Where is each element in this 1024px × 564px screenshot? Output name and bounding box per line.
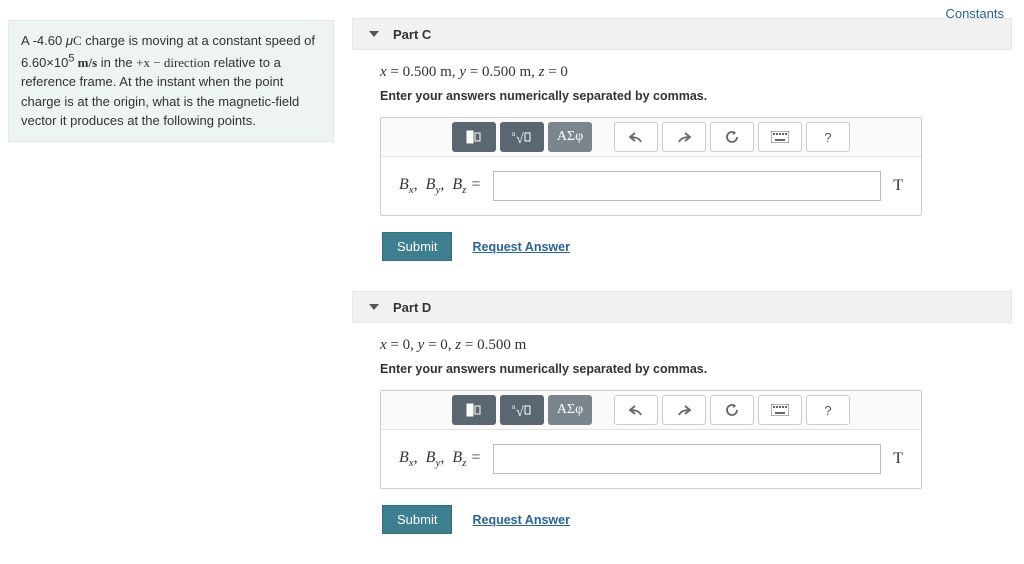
problem-statement: A -4.60 μC charge is moving at a constan… — [8, 20, 334, 142]
equation: x = 0, y = 0, z = 0.500 m — [380, 337, 984, 354]
keyboard-button[interactable] — [758, 122, 802, 152]
problem-text: A -4.60 μC charge is moving at a constan… — [21, 33, 315, 128]
nth-root-button[interactable]: n√ — [500, 395, 544, 425]
request-answer-link[interactable]: Request Answer — [472, 513, 569, 527]
redo-button[interactable] — [662, 122, 706, 152]
template-button[interactable] — [452, 395, 496, 425]
instruction: Enter your answers numerically separated… — [380, 362, 984, 376]
part-title: Part D — [393, 300, 431, 315]
nth-root-button[interactable]: n√ — [500, 122, 544, 152]
reset-button[interactable] — [710, 122, 754, 152]
part-title: Part C — [393, 27, 431, 42]
part-header[interactable]: Part C — [352, 18, 1012, 50]
answer-input[interactable] — [493, 171, 881, 201]
chevron-down-icon — [369, 31, 379, 37]
part-c: Part C x = 0.500 m, y = 0.500 m, z = 0 E… — [352, 18, 1012, 261]
submit-button[interactable]: Submit — [382, 232, 452, 261]
unit-label: T — [893, 177, 903, 195]
constants-link[interactable]: Constants — [945, 6, 1004, 21]
greek-button[interactable]: ΑΣφ — [548, 395, 592, 425]
greek-button[interactable]: ΑΣφ — [548, 122, 592, 152]
submit-button[interactable]: Submit — [382, 505, 452, 534]
answer-input[interactable] — [493, 444, 881, 474]
help-button[interactable]: ? — [806, 395, 850, 425]
unit-label: T — [893, 450, 903, 468]
svg-text:√: √ — [516, 132, 524, 144]
equation-toolbar: n√ ΑΣφ — [381, 118, 921, 157]
main-content: Part C x = 0.500 m, y = 0.500 m, z = 0 E… — [352, 18, 1012, 564]
request-answer-link[interactable]: Request Answer — [472, 240, 569, 254]
part-d: Part D x = 0, y = 0, z = 0.500 m Enter y… — [352, 291, 1012, 534]
help-button[interactable]: ? — [806, 122, 850, 152]
equation-toolbar: n√ ΑΣφ — [381, 391, 921, 430]
svg-text:√: √ — [516, 405, 524, 417]
reset-button[interactable] — [710, 395, 754, 425]
part-header[interactable]: Part D — [352, 291, 1012, 323]
keyboard-button[interactable] — [758, 395, 802, 425]
template-button[interactable] — [452, 122, 496, 152]
undo-button[interactable] — [614, 395, 658, 425]
equation: x = 0.500 m, y = 0.500 m, z = 0 — [380, 64, 984, 81]
variable-label: Bx, By, Bz = — [399, 176, 481, 196]
instruction: Enter your answers numerically separated… — [380, 89, 984, 103]
answer-box: n√ ΑΣφ — [380, 390, 922, 489]
undo-button[interactable] — [614, 122, 658, 152]
variable-label: Bx, By, Bz = — [399, 449, 481, 469]
redo-button[interactable] — [662, 395, 706, 425]
chevron-down-icon — [369, 304, 379, 310]
answer-box: n√ ΑΣφ — [380, 117, 922, 216]
